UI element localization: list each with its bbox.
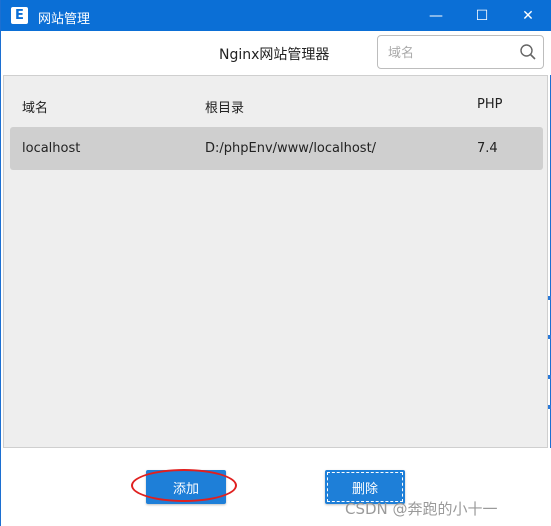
watermark: CSDN @奔跑的小十一 bbox=[345, 500, 498, 518]
minimize-button[interactable]: — bbox=[413, 0, 459, 31]
page-title: Nginx网站管理器 bbox=[219, 47, 330, 63]
column-header-php: PHP bbox=[477, 97, 503, 112]
maximize-icon: ☐ bbox=[475, 7, 489, 24]
close-button[interactable]: ✕ bbox=[505, 0, 551, 31]
cell-domain: localhost bbox=[22, 141, 81, 156]
column-header-domain: 域名 bbox=[22, 101, 49, 116]
maximize-button[interactable]: ☐ bbox=[459, 0, 505, 31]
window-title: 网站管理 bbox=[38, 12, 91, 27]
search-input[interactable] bbox=[386, 42, 516, 64]
title-bar: E 网站管理 — ☐ ✕ bbox=[1, 0, 551, 31]
cell-root: D:/phpEnv/www/localhost/ bbox=[205, 141, 377, 156]
site-list-panel: 域名 根目录 PHP localhost D:/phpEnv/www/local… bbox=[3, 75, 548, 448]
close-icon: ✕ bbox=[522, 7, 534, 24]
app-logo-icon: E bbox=[11, 7, 28, 24]
search-box[interactable] bbox=[377, 35, 544, 69]
table-row[interactable]: localhost D:/phpEnv/www/localhost/ 7.4 bbox=[10, 127, 543, 170]
add-button[interactable]: 添加 bbox=[146, 470, 226, 504]
search-icon[interactable] bbox=[519, 43, 537, 61]
column-header-root: 根目录 bbox=[205, 101, 245, 116]
app-window: E 网站管理 — ☐ ✕ Nginx网站管理器 域名 根目录 PHP local… bbox=[0, 0, 551, 526]
cell-php: 7.4 bbox=[477, 141, 498, 156]
minimize-icon: — bbox=[429, 7, 443, 24]
